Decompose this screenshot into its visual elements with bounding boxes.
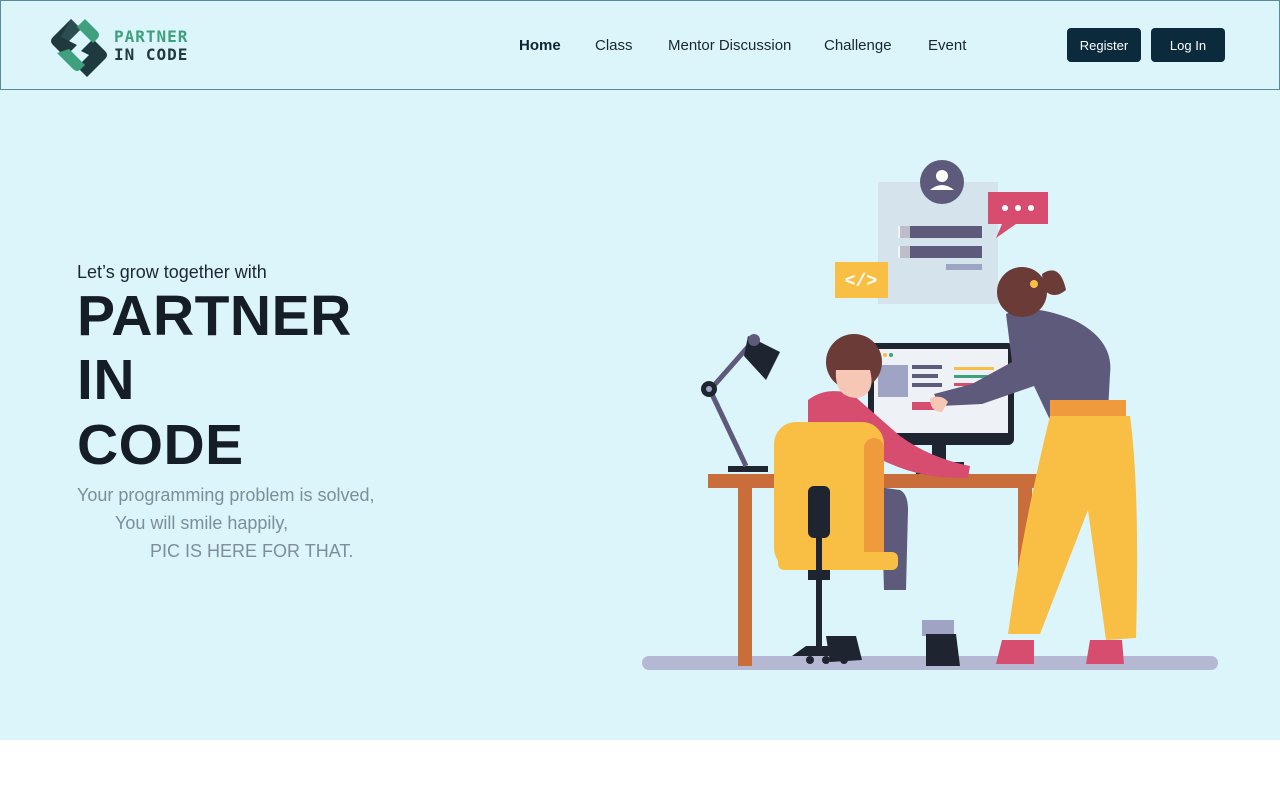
page: PARTNER IN CODE Home Class Mentor Discus… <box>0 0 1280 800</box>
nav-item-mentor-discussion[interactable]: Mentor Discussion <box>668 37 791 54</box>
hero-subtitle-line-2: You will smile happily, <box>115 513 289 533</box>
nav-item-challenge[interactable]: Challenge <box>824 37 892 54</box>
nav-item-event[interactable]: Event <box>928 37 966 54</box>
code-badge-icon: </> <box>835 262 888 298</box>
developers-at-desk-illustration: </> <box>642 160 1218 670</box>
desk-lamp-graphic <box>701 334 780 472</box>
nav-item-class[interactable]: Class <box>595 37 633 54</box>
hero-subtitle-line-1: Your programming problem is solved, <box>77 485 375 505</box>
register-button[interactable]: Register <box>1067 28 1141 62</box>
hero-title-line-1: PARTNER <box>77 284 352 348</box>
hero-title-line-3: CODE <box>77 413 244 477</box>
hero-title-line-2: IN <box>77 348 135 412</box>
logo-line-2: IN CODE <box>114 45 189 64</box>
profile-card-graphic <box>878 160 998 304</box>
login-button[interactable]: Log In <box>1151 28 1225 62</box>
logo-mark-icon <box>51 19 107 77</box>
logo-line-1: PARTNER <box>114 27 189 46</box>
code-badge-text: </> <box>845 272 877 292</box>
logo-text: PARTNER IN CODE <box>114 28 188 64</box>
office-chair-graphic <box>774 422 898 664</box>
hero-subtitle-line-3: PIC IS HERE FOR THAT. <box>150 541 354 561</box>
navbar: PARTNER IN CODE Home Class Mentor Discus… <box>0 0 1280 90</box>
nav-item-home[interactable]: Home <box>519 37 561 54</box>
hero-tagline: Let’s grow together with <box>77 262 267 282</box>
brand-logo[interactable]: PARTNER IN CODE <box>47 17 187 79</box>
